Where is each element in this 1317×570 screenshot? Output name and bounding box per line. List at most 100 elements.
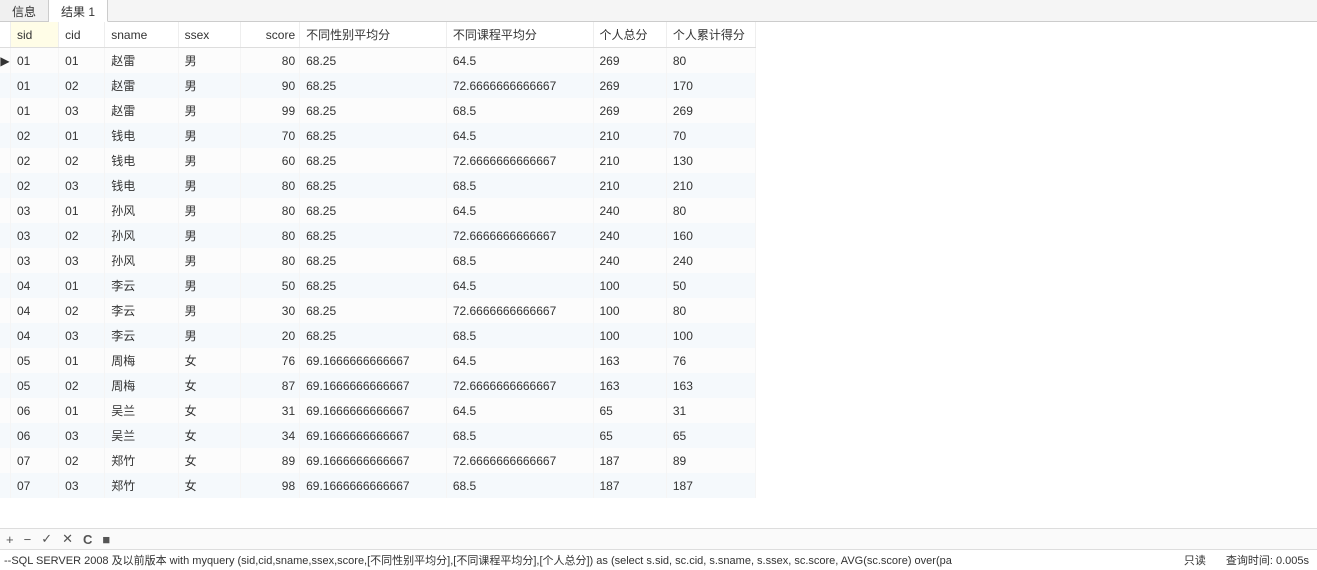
cell-score[interactable]: 80 [241,173,300,198]
table-row[interactable]: 0401李云男5068.2564.510050 [0,273,756,298]
cell-cum-personal[interactable]: 80 [666,198,755,223]
cell-avg-sex[interactable]: 68.25 [300,73,447,98]
cell-score[interactable]: 76 [241,348,300,373]
cell-sid[interactable]: 03 [10,223,58,248]
table-row[interactable]: 0201钱电男7068.2564.521070 [0,123,756,148]
col-sid[interactable]: sid [10,22,58,48]
cell-cum-personal[interactable]: 76 [666,348,755,373]
cell-avg-sex[interactable]: 68.25 [300,198,447,223]
cell-sum-personal[interactable]: 269 [593,48,666,74]
cell-sname[interactable]: 钱电 [105,148,178,173]
cell-score[interactable]: 98 [241,473,300,498]
col-cid[interactable]: cid [59,22,105,48]
table-row[interactable]: 0703郑竹女9869.166666666666768.5187187 [0,473,756,498]
col-avg-sex[interactable]: 不同性别平均分 [300,22,447,48]
cell-cum-personal[interactable]: 170 [666,73,755,98]
cell-avg-sex[interactable]: 69.1666666666667 [300,473,447,498]
cell-avg-course[interactable]: 72.6666666666667 [446,448,593,473]
cell-ssex[interactable]: 男 [178,98,241,123]
cell-ssex[interactable]: 女 [178,473,241,498]
cell-cum-personal[interactable]: 130 [666,148,755,173]
cell-score[interactable]: 99 [241,98,300,123]
cell-avg-course[interactable]: 64.5 [446,123,593,148]
cell-cid[interactable]: 01 [59,273,105,298]
cell-avg-sex[interactable]: 69.1666666666667 [300,348,447,373]
cell-ssex[interactable]: 男 [178,198,241,223]
table-row[interactable]: 0302孙风男8068.2572.6666666666667240160 [0,223,756,248]
cell-avg-sex[interactable]: 69.1666666666667 [300,423,447,448]
cell-sum-personal[interactable]: 269 [593,73,666,98]
cell-sid[interactable]: 01 [10,73,58,98]
cell-score[interactable]: 80 [241,48,300,74]
col-ssex[interactable]: ssex [178,22,241,48]
cell-score[interactable]: 90 [241,73,300,98]
cell-sname[interactable]: 赵雷 [105,73,178,98]
cell-sum-personal[interactable]: 240 [593,223,666,248]
cell-sum-personal[interactable]: 240 [593,248,666,273]
cell-avg-sex[interactable]: 68.25 [300,248,447,273]
cell-avg-course[interactable]: 68.5 [446,323,593,348]
cell-cid[interactable]: 02 [59,148,105,173]
cell-avg-course[interactable]: 72.6666666666667 [446,298,593,323]
cell-sname[interactable]: 赵雷 [105,48,178,74]
cell-cum-personal[interactable]: 89 [666,448,755,473]
col-cum-personal[interactable]: 个人累计得分 [666,22,755,48]
cell-sum-personal[interactable]: 65 [593,423,666,448]
cell-ssex[interactable]: 男 [178,298,241,323]
cell-score[interactable]: 30 [241,298,300,323]
table-row[interactable]: 0102赵雷男9068.2572.6666666666667269170 [0,73,756,98]
cell-sid[interactable]: 05 [10,373,58,398]
table-row[interactable]: 0403李云男2068.2568.5100100 [0,323,756,348]
cell-cid[interactable]: 01 [59,198,105,223]
cell-ssex[interactable]: 女 [178,423,241,448]
cell-cid[interactable]: 03 [59,423,105,448]
cell-sid[interactable]: 01 [10,98,58,123]
cell-avg-sex[interactable]: 68.25 [300,98,447,123]
cell-sname[interactable]: 李云 [105,323,178,348]
cell-sid[interactable]: 06 [10,398,58,423]
cell-ssex[interactable]: 女 [178,448,241,473]
cell-avg-course[interactable]: 72.6666666666667 [446,73,593,98]
cell-sum-personal[interactable]: 240 [593,198,666,223]
cell-ssex[interactable]: 女 [178,373,241,398]
cancel-icon[interactable]: ✕ [62,531,73,547]
cell-score[interactable]: 31 [241,398,300,423]
col-avg-course[interactable]: 不同课程平均分 [446,22,593,48]
cell-cid[interactable]: 02 [59,298,105,323]
table-row[interactable]: 0603吴兰女3469.166666666666768.56565 [0,423,756,448]
cell-score[interactable]: 80 [241,248,300,273]
cell-cid[interactable]: 02 [59,448,105,473]
cell-sname[interactable]: 钱电 [105,123,178,148]
cell-avg-course[interactable]: 64.5 [446,398,593,423]
cell-sname[interactable]: 李云 [105,298,178,323]
cell-sum-personal[interactable]: 187 [593,473,666,498]
cell-sum-personal[interactable]: 187 [593,448,666,473]
table-row[interactable]: 0202钱电男6068.2572.6666666666667210130 [0,148,756,173]
cell-sum-personal[interactable]: 210 [593,173,666,198]
cell-cum-personal[interactable]: 269 [666,98,755,123]
cell-score[interactable]: 80 [241,223,300,248]
cell-cid[interactable]: 02 [59,73,105,98]
cell-ssex[interactable]: 男 [178,248,241,273]
table-row[interactable]: 0301孙风男8068.2564.524080 [0,198,756,223]
cell-cid[interactable]: 01 [59,123,105,148]
cell-sum-personal[interactable]: 100 [593,273,666,298]
cell-score[interactable]: 50 [241,273,300,298]
cell-sname[interactable]: 郑竹 [105,448,178,473]
cell-sid[interactable]: 02 [10,148,58,173]
cell-sname[interactable]: 郑竹 [105,473,178,498]
table-row[interactable]: 0702郑竹女8969.166666666666772.666666666666… [0,448,756,473]
cell-score[interactable]: 20 [241,323,300,348]
cell-avg-course[interactable]: 68.5 [446,473,593,498]
cell-sid[interactable]: 07 [10,473,58,498]
cell-sname[interactable]: 周梅 [105,373,178,398]
cell-sname[interactable]: 周梅 [105,348,178,373]
cell-sum-personal[interactable]: 100 [593,298,666,323]
cell-sid[interactable]: 04 [10,273,58,298]
cell-cum-personal[interactable]: 80 [666,48,755,74]
cell-avg-sex[interactable]: 68.25 [300,223,447,248]
cell-avg-course[interactable]: 68.5 [446,423,593,448]
cell-avg-course[interactable]: 64.5 [446,48,593,74]
cell-avg-course[interactable]: 72.6666666666667 [446,223,593,248]
cell-sname[interactable]: 李云 [105,273,178,298]
